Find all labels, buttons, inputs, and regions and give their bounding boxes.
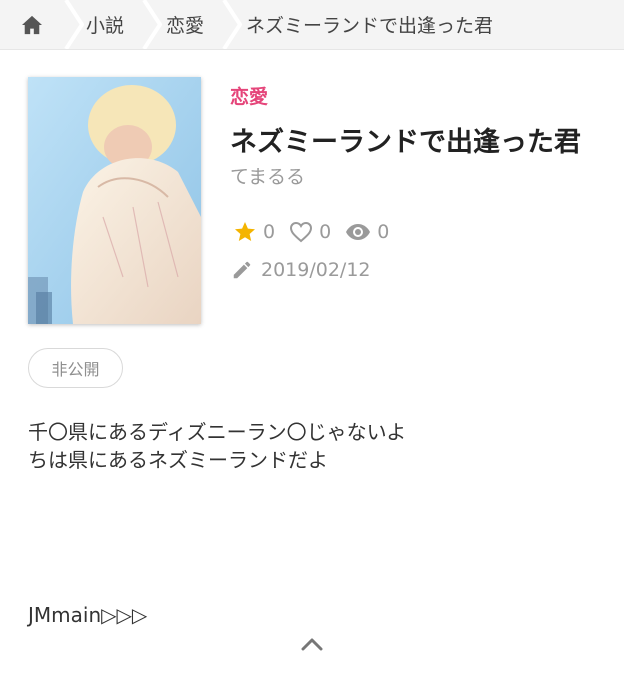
visibility-badge: 非公開 — [28, 348, 123, 388]
pencil-icon — [233, 261, 251, 279]
chevron-up-icon — [301, 638, 323, 651]
scroll-top-button[interactable] — [298, 630, 326, 658]
breadcrumb-item-current: ネズミーランドで出逢った君 — [246, 15, 494, 37]
heart-icon — [290, 221, 313, 243]
cover-image[interactable] — [28, 77, 201, 324]
stats-row: 0 0 0 — [233, 218, 403, 246]
updated-date-value: 2019/02/12 — [261, 259, 371, 281]
work-title: ネズミーランドで出逢った君 — [230, 127, 581, 158]
genre-label[interactable]: 恋愛 — [230, 82, 268, 109]
tag-line: JMmain▷▷▷ — [28, 603, 148, 627]
author-name[interactable]: てまるる — [230, 162, 305, 189]
description-line: ちは県にあるネズミーランドだよ — [28, 448, 328, 472]
star-count-value: 0 — [263, 221, 276, 243]
description: 千〇県にあるディズニーラン〇じゃないよ ちは県にあるネズミーランドだよ — [28, 418, 406, 474]
breadcrumb-separator — [222, 0, 242, 49]
breadcrumb-item-romance[interactable]: 恋愛 — [166, 0, 204, 49]
breadcrumb-item-novel[interactable]: 小説 — [86, 0, 124, 49]
breadcrumb-separator — [142, 0, 162, 49]
breadcrumb-separator — [64, 0, 84, 49]
description-line: 千〇県にあるディズニーラン〇じゃないよ — [28, 420, 407, 444]
like-count-value: 0 — [319, 221, 332, 243]
eye-icon — [346, 224, 371, 240]
updated-date: 2019/02/12 — [231, 257, 371, 283]
breadcrumb: 小説 恋愛 ネズミーランドで出逢った君 — [0, 0, 624, 50]
home-icon — [22, 15, 42, 34]
star-icon — [235, 222, 255, 241]
view-count-value: 0 — [377, 221, 390, 243]
like-count[interactable]: 0 — [289, 221, 331, 243]
star-count: 0 — [233, 220, 275, 244]
view-count: 0 — [345, 221, 389, 243]
breadcrumb-home[interactable] — [0, 0, 64, 49]
